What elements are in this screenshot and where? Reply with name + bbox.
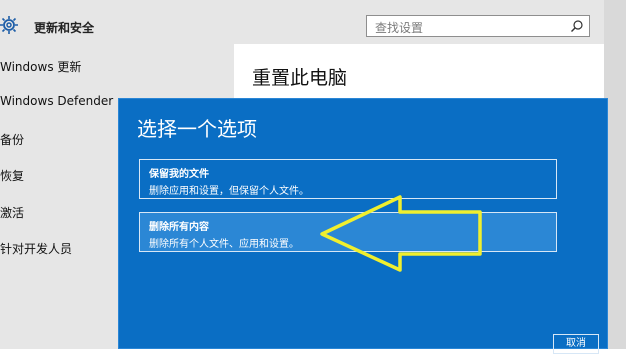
sidebar-title: 更新和安全 [34, 21, 95, 35]
cancel-button[interactable]: 取消 [553, 334, 599, 354]
dialog-title: 选择一个选项 [137, 117, 257, 141]
option-title: 删除所有内容 [149, 222, 209, 233]
sidebar-item-developers[interactable]: 针对开发人员 [0, 240, 72, 257]
search-input[interactable]: 查找设置 [366, 15, 590, 37]
sidebar-item-activation[interactable]: 激活 [0, 204, 24, 221]
option-description: 删除所有个人文件、应用和设置。 [149, 239, 299, 250]
sidebar-item-recovery[interactable]: 恢复 [0, 167, 24, 184]
search-placeholder: 查找设置 [375, 21, 424, 35]
option-description: 删除应用和设置，但保留个人文件。 [149, 186, 309, 197]
keep-files-option[interactable]: 保留我的文件 删除应用和设置，但保留个人文件。 [139, 159, 557, 199]
gear-icon [0, 16, 18, 34]
page-title: 重置此电脑 [252, 67, 348, 89]
sidebar-item-windows-update[interactable]: Windows 更新 [0, 58, 81, 75]
sidebar-item-backup[interactable]: 备份 [0, 131, 24, 148]
sidebar-item-windows-defender[interactable]: Windows Defender [0, 94, 113, 108]
highlight-arrow-icon [320, 195, 482, 272]
option-title: 保留我的文件 [149, 169, 209, 180]
search-icon [571, 20, 583, 32]
